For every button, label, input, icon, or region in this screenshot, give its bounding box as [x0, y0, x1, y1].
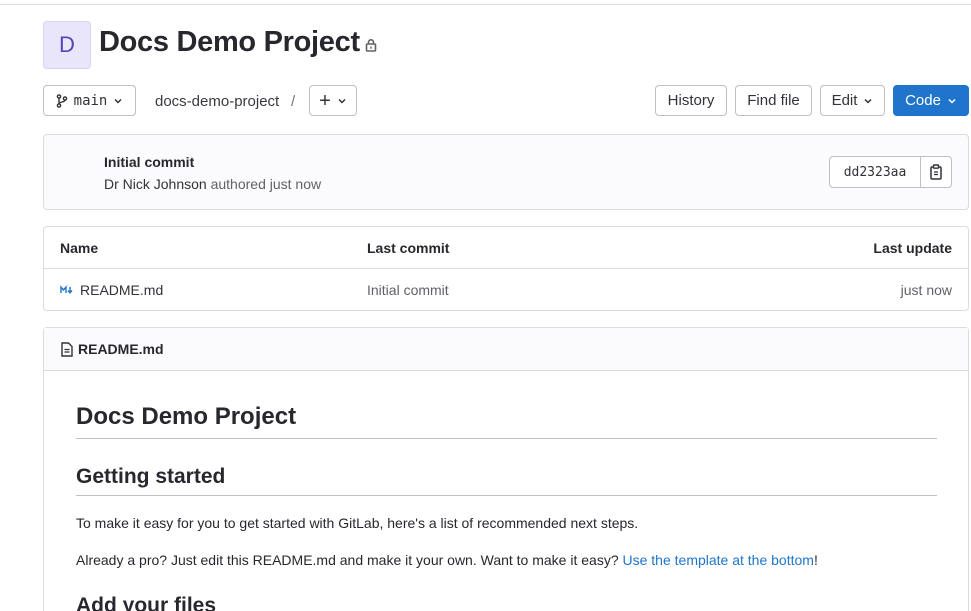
readme-subheading-getting-started: Getting started: [76, 465, 937, 496]
lock-icon: [365, 39, 377, 52]
edit-label: Edit: [831, 92, 858, 109]
readme-file-name: README.md: [78, 341, 164, 357]
readme-file-link[interactable]: README.md: [61, 341, 164, 357]
project-avatar[interactable]: D: [43, 21, 91, 69]
readme-paragraph: To make it easy for you to get started w…: [76, 515, 639, 531]
commit-authored-time: authored just now: [210, 176, 322, 192]
template-link[interactable]: Use the template at the bottom: [623, 552, 814, 568]
commit-sha[interactable]: dd2323aa: [829, 156, 921, 188]
chevron-down-icon: [864, 98, 872, 104]
code-label: Code: [905, 92, 941, 109]
edit-dropdown-button[interactable]: Edit: [820, 85, 885, 116]
plus-icon: +: [319, 89, 331, 112]
commit-title[interactable]: Initial commit: [104, 154, 194, 170]
breadcrumb-project-path[interactable]: docs-demo-project: [155, 93, 279, 110]
top-divider: [0, 4, 971, 5]
column-header-name: Name: [60, 240, 99, 256]
chevron-down-icon: [338, 98, 346, 104]
markdown-icon: [60, 285, 73, 294]
find-file-label: Find file: [747, 92, 800, 109]
add-to-tree-button[interactable]: +: [309, 85, 357, 116]
chevron-down-icon: [948, 98, 956, 104]
commit-meta: Dr Nick Johnson authored just now: [104, 176, 321, 192]
file-icon: [61, 341, 73, 357]
column-header-last-update: Last update: [873, 240, 952, 256]
branch-selector[interactable]: main: [43, 85, 136, 116]
readme-heading: Docs Demo Project: [76, 403, 937, 439]
project-title: Docs Demo Project: [99, 26, 360, 58]
readme-paragraph-text: Already a pro? Just edit this README.md …: [76, 552, 623, 568]
copy-icon: [930, 164, 942, 180]
history-button[interactable]: History: [655, 85, 727, 116]
branch-icon: [56, 93, 67, 108]
history-label: History: [667, 92, 715, 109]
copy-sha-button[interactable]: [921, 156, 952, 188]
avatar-letter: D: [59, 32, 75, 57]
readme-subheading-add-files: Add your files: [76, 594, 217, 611]
table-header: Name Last commit Last update: [44, 227, 968, 269]
chevron-down-icon: [114, 98, 122, 104]
branch-name: main: [73, 92, 108, 109]
file-name-cell[interactable]: README.md: [60, 282, 163, 298]
file-name: README.md: [80, 282, 164, 298]
code-dropdown-button[interactable]: Code: [893, 85, 969, 116]
breadcrumb-separator: /: [291, 93, 296, 110]
file-last-commit[interactable]: Initial commit: [367, 282, 449, 298]
readme-header: README.md: [44, 328, 968, 371]
last-commit-panel: Initial commit Dr Nick Johnson authored …: [43, 134, 969, 210]
find-file-button[interactable]: Find file: [735, 85, 812, 116]
readme-paragraph: Already a pro? Just edit this README.md …: [76, 552, 937, 568]
commit-sha-group: dd2323aa: [829, 156, 952, 188]
commit-author[interactable]: Dr Nick Johnson: [104, 176, 207, 192]
readme-paragraph-text: !: [813, 552, 818, 568]
file-last-update: just now: [900, 282, 952, 298]
readme-panel: README.md Docs Demo Project Getting star…: [43, 327, 969, 611]
file-tree-table: Name Last commit Last update README.md I…: [43, 226, 969, 311]
column-header-last-commit: Last commit: [367, 240, 450, 256]
